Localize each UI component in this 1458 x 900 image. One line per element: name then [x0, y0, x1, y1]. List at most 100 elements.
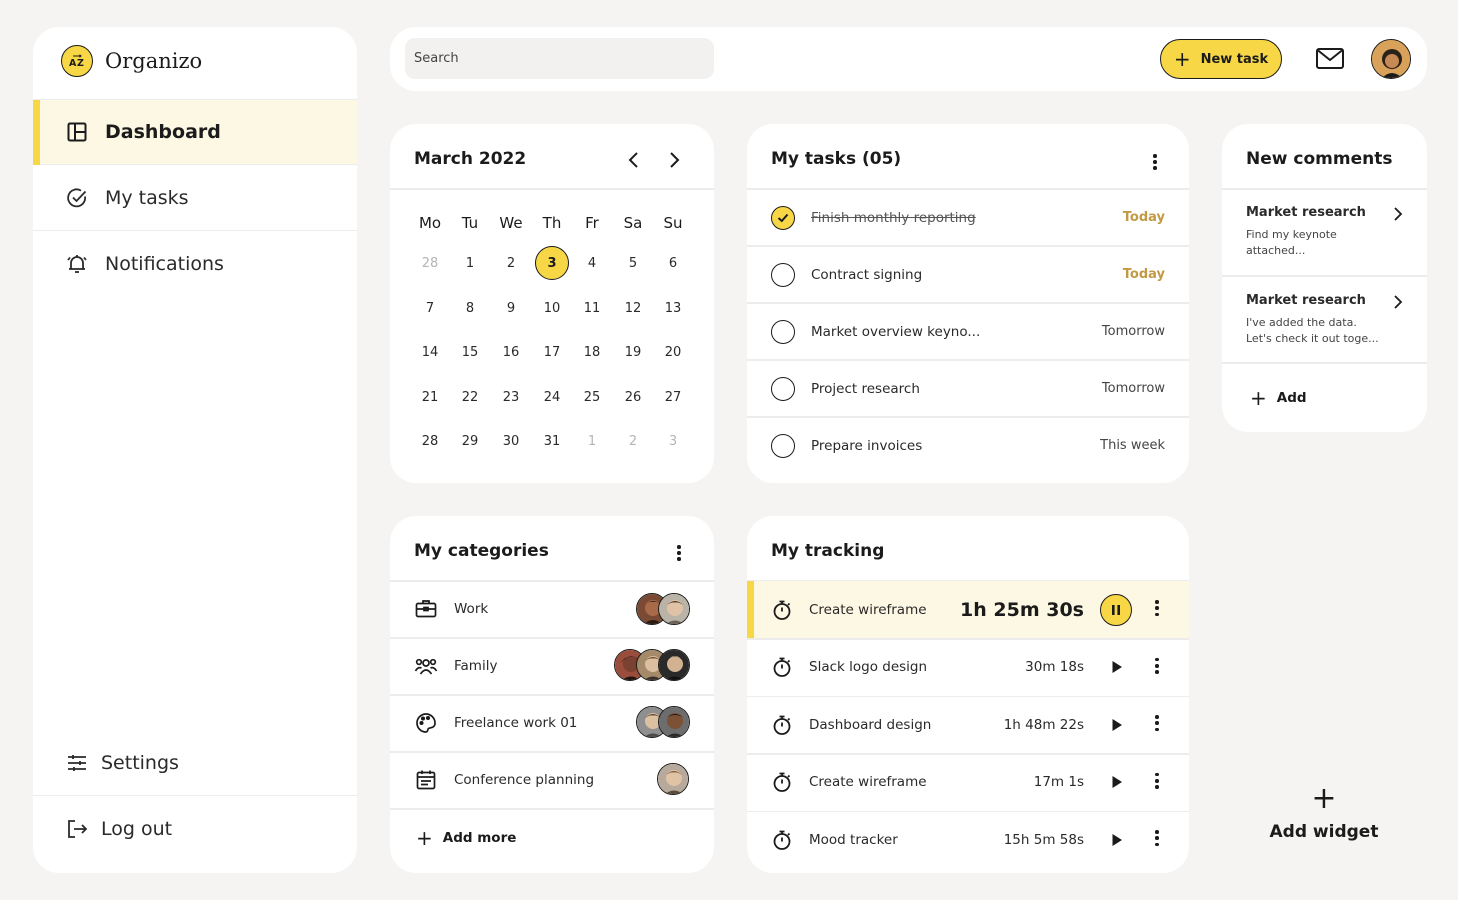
play-icon: [1112, 661, 1122, 673]
app-name: Organizo: [105, 49, 203, 73]
comment-item[interactable]: Market research Find my keynote attached.…: [1246, 205, 1406, 259]
sidebar-item-dashboard[interactable]: Dashboard: [33, 100, 357, 165]
divider: [390, 188, 714, 190]
calendar-day[interactable]: 6: [656, 246, 690, 280]
tracking-item[interactable]: Create wireframe 17m 1s: [747, 754, 1189, 811]
more-icon[interactable]: [1155, 830, 1159, 849]
user-avatar[interactable]: [1371, 39, 1411, 79]
pause-icon: [1112, 604, 1120, 615]
sidebar-item-logout[interactable]: Log out: [33, 796, 357, 861]
task-item[interactable]: Prepare invoices This week: [747, 417, 1189, 474]
calendar-day[interactable]: 5: [616, 246, 650, 280]
logo-icon: A Z: [61, 45, 93, 77]
task-item[interactable]: Market overview keyno... Tomorrow: [747, 303, 1189, 360]
calendar-day[interactable]: 21: [413, 380, 447, 414]
calendar-day[interactable]: 2: [616, 424, 650, 458]
calendar-day[interactable]: 9: [494, 291, 528, 325]
task-item[interactable]: Project research Tomorrow: [747, 360, 1189, 417]
sidebar-item-label: Log out: [101, 817, 173, 840]
checkbox[interactable]: [771, 319, 795, 344]
calendar-day[interactable]: 3: [656, 424, 690, 458]
calendar-day[interactable]: 31: [535, 424, 569, 458]
more-icon[interactable]: [1155, 772, 1159, 792]
chevron-right-icon[interactable]: [1392, 206, 1404, 222]
calendar-day[interactable]: 22: [453, 380, 487, 414]
more-icon[interactable]: [677, 545, 681, 564]
calendar-day[interactable]: 29: [453, 424, 487, 458]
tracking-time: 30m 18s: [1025, 659, 1084, 675]
calendar-day[interactable]: 1: [453, 246, 487, 280]
task-item[interactable]: Finish monthly reporting Today: [747, 189, 1189, 246]
calendar-day[interactable]: 23: [494, 380, 528, 414]
calendar-day-today[interactable]: 3: [535, 246, 569, 280]
checkbox[interactable]: [771, 433, 795, 458]
sidebar-item-notifications[interactable]: Notifications: [33, 231, 357, 296]
calendar-day[interactable]: 17: [535, 335, 569, 369]
search-input[interactable]: [405, 38, 714, 79]
more-icon[interactable]: [1155, 657, 1159, 677]
chevron-left-icon[interactable]: [626, 150, 642, 170]
checkbox[interactable]: [771, 376, 795, 401]
plus-icon: +: [1311, 781, 1337, 816]
calendar-day[interactable]: 2: [494, 246, 528, 280]
tracking-name: Dashboard design: [809, 716, 932, 733]
calendar-day[interactable]: 11: [575, 291, 609, 325]
more-icon[interactable]: [1153, 154, 1157, 173]
checkbox-checked[interactable]: [771, 205, 795, 230]
member-avatar: [657, 763, 689, 795]
bell-icon: [67, 254, 87, 273]
calendar-day[interactable]: 15: [453, 335, 487, 369]
calendar-day[interactable]: 16: [494, 335, 528, 369]
sidebar-item-label: Dashboard: [105, 121, 221, 143]
calendar-day[interactable]: 14: [413, 335, 447, 369]
tracking-item[interactable]: Create wireframe 1h 25m 30s: [747, 581, 1189, 638]
checkbox[interactable]: [771, 262, 795, 287]
calendar-day[interactable]: 12: [616, 291, 650, 325]
calendar-day[interactable]: 30: [494, 424, 528, 458]
calendar-day[interactable]: 24: [535, 380, 569, 414]
play-button[interactable]: [1111, 833, 1123, 847]
sidebar-item-settings[interactable]: Settings: [33, 731, 357, 796]
calendar-day[interactable]: 19: [616, 335, 650, 369]
chevron-right-icon[interactable]: [1392, 294, 1404, 310]
logo[interactable]: A Z Organizo: [61, 45, 202, 77]
play-button[interactable]: [1111, 660, 1123, 674]
sidebar-item-my-tasks[interactable]: My tasks: [33, 166, 357, 231]
mail-icon[interactable]: [1315, 45, 1345, 73]
calendar-day[interactable]: 25: [575, 380, 609, 414]
add-widget-button[interactable]: + Add widget: [1244, 781, 1404, 843]
calendar-day[interactable]: 28: [413, 424, 447, 458]
calendar-day[interactable]: 8: [453, 291, 487, 325]
play-button[interactable]: [1111, 775, 1123, 789]
tracking-item[interactable]: Slack logo design 30m 18s: [747, 639, 1189, 696]
divider: [1222, 362, 1427, 364]
chevron-right-icon[interactable]: [666, 150, 682, 170]
sliders-icon: [68, 755, 86, 771]
more-icon[interactable]: [1155, 600, 1159, 619]
comment-item[interactable]: Market research I've added the data. Let'…: [1246, 293, 1406, 347]
calendar-day[interactable]: 7: [413, 291, 447, 325]
tracking-name: Create wireframe: [809, 774, 927, 790]
task-item[interactable]: Contract signing Today: [747, 246, 1189, 303]
calendar-day[interactable]: 4: [575, 246, 609, 280]
pause-button[interactable]: [1100, 593, 1132, 626]
add-more-button[interactable]: + Add more: [416, 826, 516, 850]
calendar-day[interactable]: 1: [575, 424, 609, 458]
more-icon[interactable]: [1155, 715, 1159, 734]
new-task-button[interactable]: + New task: [1160, 39, 1282, 79]
stopwatch-icon: [773, 772, 791, 792]
calendar-day[interactable]: 27: [656, 380, 690, 414]
tracking-time: 1h 25m 30s: [960, 598, 1084, 621]
play-button[interactable]: [1111, 718, 1123, 732]
calendar-day[interactable]: 28: [413, 246, 447, 280]
comment-text: I've added the data. Let's check it out t…: [1246, 316, 1379, 345]
calendar-day[interactable]: 26: [616, 380, 650, 414]
add-comment-button[interactable]: + Add: [1250, 386, 1307, 410]
calendar-day[interactable]: 10: [535, 291, 569, 325]
tracking-item[interactable]: Dashboard design 1h 48m 22s: [747, 696, 1189, 753]
divider: [1222, 275, 1427, 277]
tracking-item[interactable]: Mood tracker 15h 5m 58s: [747, 811, 1189, 868]
calendar-day[interactable]: 20: [656, 335, 690, 369]
calendar-day[interactable]: 18: [575, 335, 609, 369]
calendar-day[interactable]: 13: [656, 291, 690, 325]
